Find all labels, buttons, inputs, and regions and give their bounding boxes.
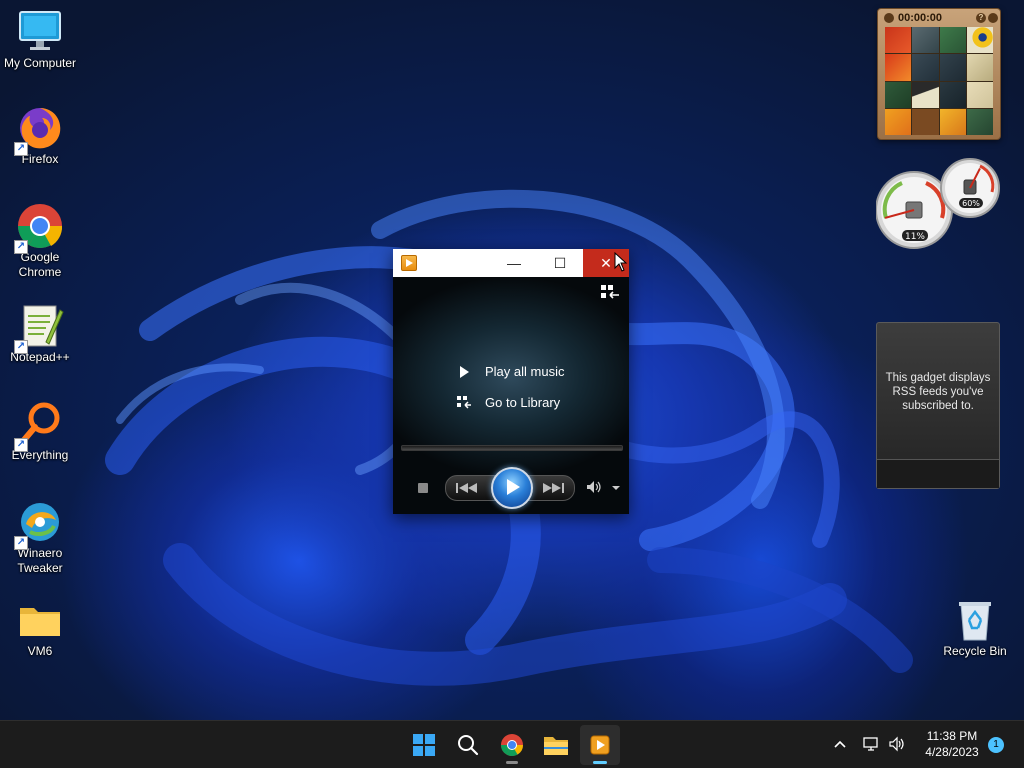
taskbar-file-explorer[interactable] [536,725,576,765]
puzzle-tile[interactable] [912,54,939,81]
system-clock[interactable]: 11:38 PM 4/28/2023 [916,728,988,760]
play-icon [460,366,469,378]
speaker-icon[interactable] [888,735,906,753]
desktop-icon-label: Firefox [21,152,59,166]
media-player-app-icon[interactable] [401,255,417,271]
puzzle-tile[interactable] [939,108,966,135]
desktop-icon-recycle-bin[interactable]: Recycle Bin [935,596,1015,659]
puzzle-tile[interactable] [939,54,966,81]
puzzle-tile[interactable] [966,81,993,108]
mouse-cursor-icon [614,252,628,272]
desktop-icon-label: My Computer [3,56,77,70]
puzzle-tile[interactable] [885,81,912,108]
shortcut-arrow-icon: ↗ [14,438,28,452]
play-all-music-label: Play all music [485,364,565,379]
shortcut-arrow-icon: ↗ [14,142,28,156]
next-button[interactable] [538,480,568,496]
puzzle-tile[interactable] [885,54,912,81]
running-indicator [506,761,518,764]
active-indicator [593,761,607,764]
desktop-icon-label: Google Chrome [18,250,62,279]
puzzle-grid[interactable] [885,27,993,135]
volume-icon[interactable] [586,480,602,494]
search-button[interactable] [448,725,488,765]
rss-feed-gadget[interactable]: This gadget displays RSS feeds you've su… [876,322,1000,489]
puzzle-tile[interactable] [912,27,939,54]
rss-footer [877,459,999,488]
chrome-icon: ↗ [14,202,64,254]
window-titlebar[interactable]: — ☐ ✕ [393,249,629,277]
recycle-bin-icon [951,596,999,644]
puzzle-timer: 00:00:00 [898,12,943,24]
picture-puzzle-gadget[interactable]: 00:00:00 ? [877,8,1001,140]
cpu-usage-label: 11% [905,232,925,242]
desktop-icon-everything[interactable]: ↗ Everything [0,400,80,463]
play-button[interactable] [491,467,533,509]
desktop-icon-google-chrome[interactable]: ↗ Google Chrome [0,202,80,280]
taskbar-chrome[interactable] [492,725,532,765]
desktop-icon-my-computer[interactable]: My Computer [0,8,80,71]
monitor-icon [16,8,64,56]
reset-icon[interactable] [988,13,998,23]
playback-controls [393,465,629,509]
desktop-icon-label: Notepad++ [10,350,70,364]
shortcut-arrow-icon: ↗ [14,536,28,550]
timer-icon[interactable] [884,13,894,23]
seek-bar[interactable] [401,445,623,451]
media-player-icon [590,735,610,755]
puzzle-tile[interactable] [885,27,912,54]
taskbar: 11:38 PM 4/28/2023 1 [0,720,1024,768]
desktop-icon-label: Recycle Bin [943,644,1007,658]
desktop-icon-firefox[interactable]: ↗ Firefox [0,104,80,167]
folder-icon [16,596,64,644]
rss-message: This gadget displays RSS feeds you've su… [885,372,991,412]
puzzle-tile[interactable] [939,81,966,108]
desktop[interactable]: My Computer ↗ Firefox ↗ Google Chrome ↗ … [0,0,1024,720]
puzzle-tile[interactable] [939,27,966,54]
firefox-icon: ↗ [14,104,64,156]
shortcut-arrow-icon: ↗ [14,340,28,354]
clock-date: 4/28/2023 [925,745,979,759]
puzzle-empty-slot[interactable] [912,108,939,135]
folder-icon [544,737,568,755]
previous-button[interactable] [452,480,482,496]
desktop-icon-label: Everything [11,448,69,462]
puzzle-tile[interactable] [966,108,993,135]
winaero-tweaker-icon: ↗ [14,498,64,550]
now-playing-area: Play all music Go to Library [393,277,629,514]
desktop-icon-notepad-plus-plus[interactable]: ↗ Notepad++ [0,302,80,365]
volume-dropdown-icon[interactable] [612,486,620,490]
puzzle-tile[interactable] [885,108,912,135]
shortcut-arrow-icon: ↗ [14,240,28,254]
clock-time: 11:38 PM [926,729,978,743]
magnifier-icon: ↗ [14,400,64,452]
help-icon[interactable]: ? [976,13,986,23]
search-icon [458,735,479,756]
puzzle-tile[interactable] [912,81,939,108]
puzzle-tile[interactable] [966,54,993,81]
notepad-plus-plus-icon: ↗ [14,302,64,354]
switch-to-library-icon[interactable] [601,285,619,301]
media-player-window[interactable]: — ☐ ✕ Play all music Go to Library [393,249,629,514]
desktop-icon-label: Winaero Tweaker [17,546,63,575]
desktop-icon-winaero-tweaker[interactable]: ↗ Winaero Tweaker [0,498,80,576]
memory-usage-label: 60% [962,199,980,208]
minimize-button[interactable]: — [491,249,537,277]
cpu-meter-gadget[interactable]: 11% 60% [875,158,1000,250]
desktop-icon-label: VM6 [27,644,53,658]
puzzle-header: 00:00:00 ? [884,12,998,26]
notification-badge[interactable]: 1 [988,737,1004,753]
chrome-icon [501,734,523,756]
go-to-library-label: Go to Library [485,395,561,410]
stop-button[interactable] [418,483,428,493]
chevron-up-icon[interactable] [832,736,848,752]
library-icon [457,396,471,409]
windows-logo-icon [413,734,435,756]
puzzle-tile[interactable] [966,27,993,54]
taskbar-media-player[interactable] [580,725,620,765]
desktop-icon-vm6[interactable]: VM6 [0,596,80,659]
network-icon[interactable] [862,735,880,753]
maximize-button[interactable]: ☐ [537,249,583,277]
start-button[interactable] [404,725,444,765]
